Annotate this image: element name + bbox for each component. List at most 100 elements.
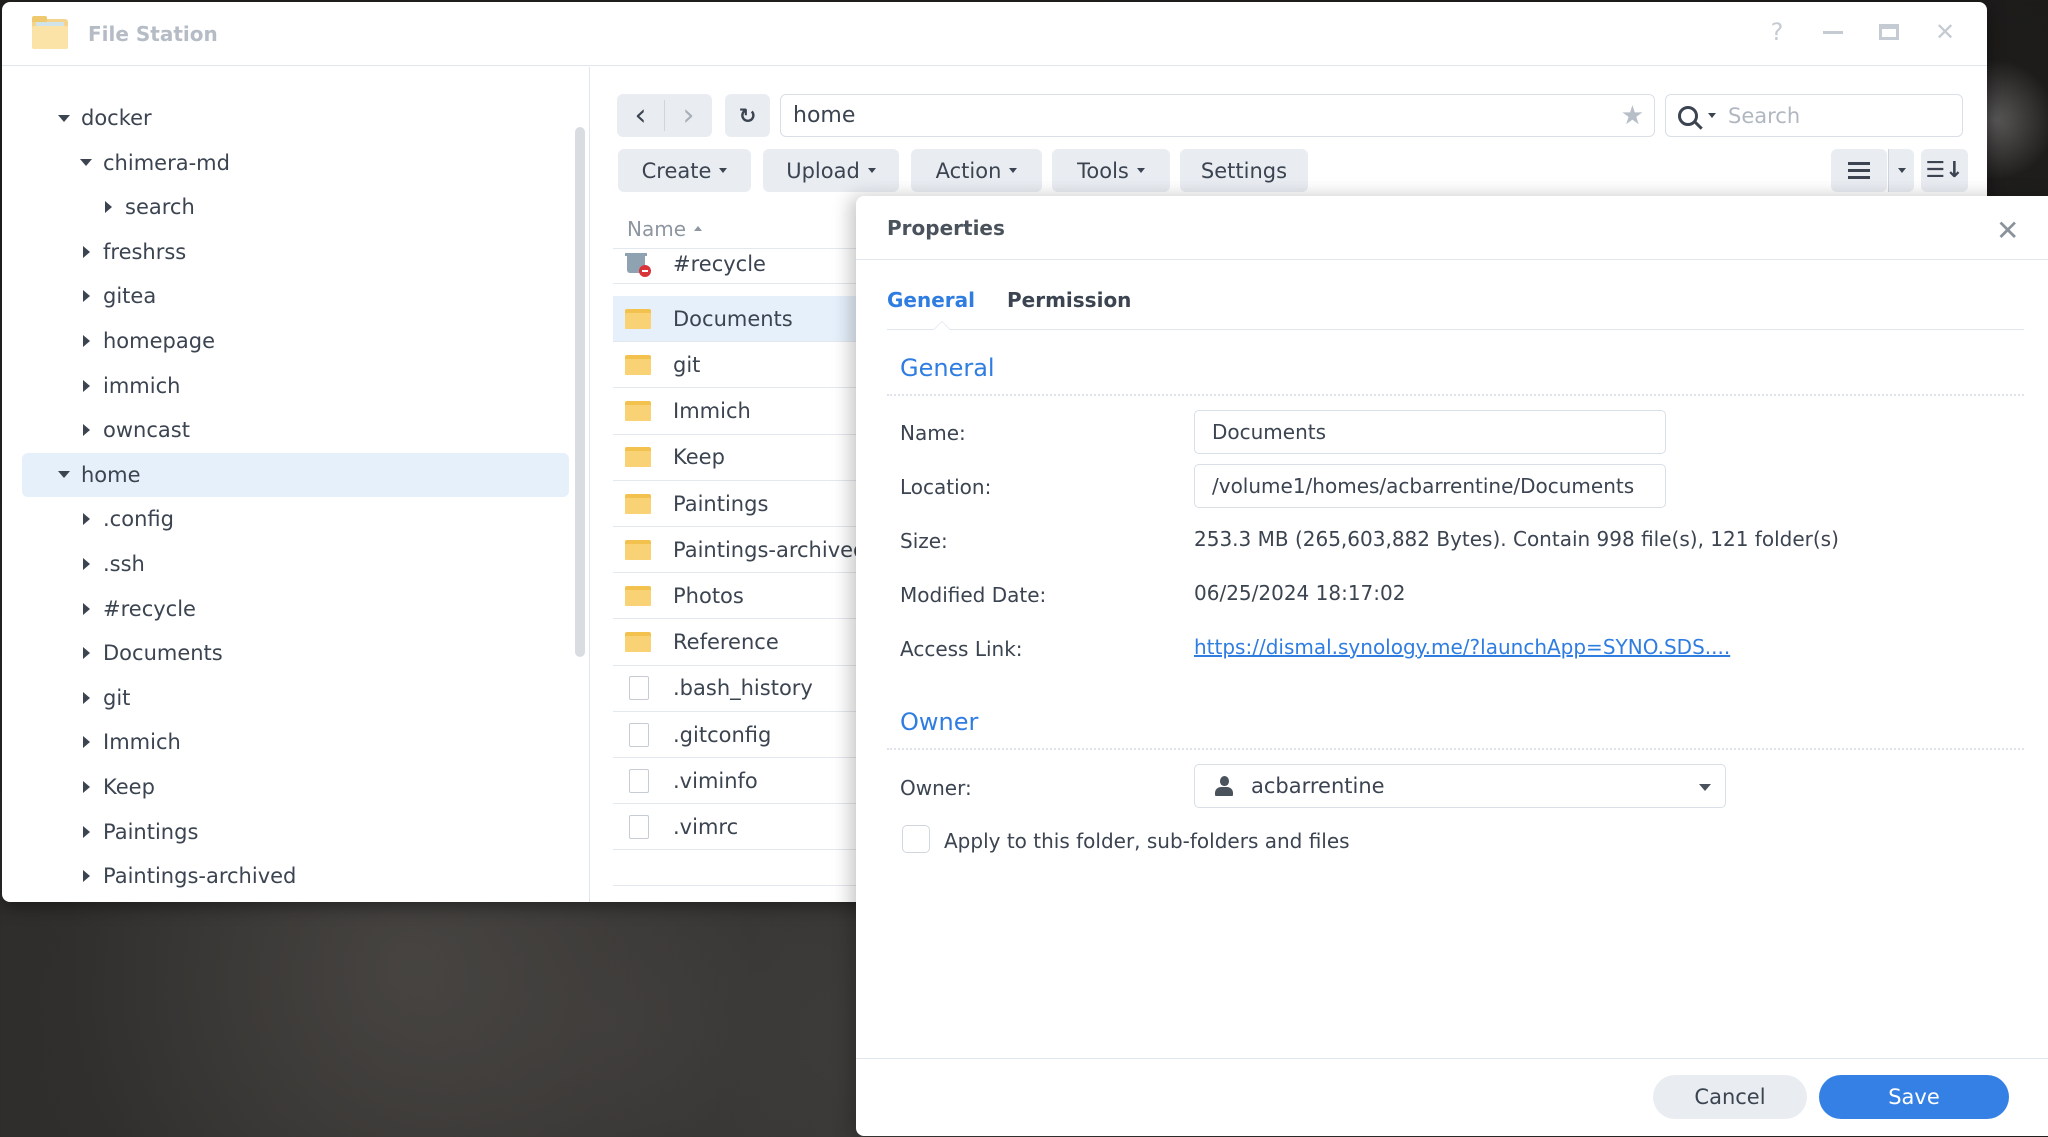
upload-button[interactable]: Upload	[763, 149, 899, 192]
owner-select[interactable]: acbarrentine	[1194, 764, 1726, 808]
tree-item-chimera-md[interactable]: chimera-md	[22, 141, 569, 185]
tab-general[interactable]: General	[887, 288, 975, 312]
view-mode-button[interactable]	[1831, 149, 1887, 192]
expand-right-icon[interactable]	[79, 780, 93, 794]
title-bar: File Station ? ✕	[2, 2, 1987, 66]
expand-right-icon[interactable]	[79, 379, 93, 393]
tree-item-git[interactable]: git	[22, 676, 569, 720]
minimize-icon[interactable]	[1821, 18, 1845, 46]
expand-down-icon[interactable]	[57, 468, 71, 482]
search-input[interactable]: Search	[1665, 94, 1963, 137]
tree-item-recycle[interactable]: #recycle	[22, 587, 569, 631]
tree-item-label: Paintings	[103, 819, 199, 844]
tree-item-immich[interactable]: Immich	[22, 720, 569, 764]
tree-scrollbar[interactable]	[575, 127, 585, 657]
tools-button[interactable]: Tools	[1052, 149, 1170, 192]
cancel-button[interactable]: Cancel	[1653, 1075, 1807, 1119]
expand-right-icon[interactable]	[79, 334, 93, 348]
apply-recursive-checkbox[interactable]	[902, 825, 930, 853]
expand-down-icon[interactable]	[57, 111, 71, 125]
tree-item-ssh[interactable]: .ssh	[22, 542, 569, 586]
star-icon[interactable]: ★	[1621, 101, 1644, 131]
dialog-title: Properties	[887, 215, 1005, 240]
tree-item-gitea[interactable]: gitea	[22, 274, 569, 318]
expand-down-icon[interactable]	[79, 156, 93, 170]
expand-right-icon[interactable]	[79, 646, 93, 660]
section-divider	[887, 748, 2024, 750]
caret-down-icon	[719, 168, 728, 173]
owner-label: Owner:	[900, 776, 972, 800]
tree-item-paintings-archived[interactable]: Paintings-archived	[22, 854, 569, 898]
expand-right-icon[interactable]	[79, 423, 93, 437]
file-name: Immich	[673, 399, 751, 424]
apply-recursive-label: Apply to this folder, sub-folders and fi…	[944, 829, 1350, 853]
tree-item-label: gitea	[103, 284, 157, 309]
tree-item-label: immich	[103, 373, 181, 398]
path-input[interactable]: home ★	[780, 94, 1655, 137]
file-icon	[629, 768, 649, 793]
tree-item-immich[interactable]: immich	[22, 364, 569, 408]
back-button[interactable]: ‹	[617, 94, 664, 137]
close-icon[interactable]: ✕	[1996, 214, 2019, 247]
expand-right-icon[interactable]	[79, 557, 93, 571]
tree-item-label: #recycle	[103, 596, 196, 621]
sort-button[interactable]: ☰↓	[1921, 149, 1968, 192]
settings-label: Settings	[1200, 158, 1288, 183]
chevron-left-icon: ‹	[634, 98, 647, 133]
expand-right-icon[interactable]	[79, 602, 93, 616]
cancel-label: Cancel	[1694, 1085, 1766, 1109]
action-button[interactable]: Action	[911, 149, 1042, 192]
forward-button[interactable]: ›	[665, 94, 712, 137]
caret-down-icon	[1009, 168, 1018, 173]
save-button[interactable]: Save	[1819, 1075, 2009, 1119]
tree-item-owncast[interactable]: owncast	[22, 408, 569, 452]
help-icon[interactable]: ?	[1765, 18, 1789, 46]
tab-permission[interactable]: Permission	[1007, 288, 1131, 312]
expand-right-icon[interactable]	[79, 869, 93, 883]
search-placeholder: Search	[1728, 103, 1801, 128]
general-section-title: General	[900, 354, 995, 382]
expand-right-icon[interactable]	[101, 200, 115, 214]
expand-right-icon[interactable]	[79, 512, 93, 526]
chevron-right-icon: ›	[682, 98, 695, 133]
tree-item-search[interactable]: search	[22, 185, 569, 229]
file-name: Paintings	[673, 491, 769, 516]
action-label: Action	[935, 158, 1002, 183]
tree-item-freshrss[interactable]: freshrss	[22, 230, 569, 274]
tree-item-keep[interactable]: Keep	[22, 765, 569, 809]
refresh-button[interactable]: ↻	[725, 94, 770, 137]
active-tab-pointer	[933, 321, 951, 330]
file-name: .viminfo	[673, 768, 758, 793]
view-mode-dropdown[interactable]	[1888, 149, 1914, 192]
tree-item-docker[interactable]: docker	[22, 96, 569, 140]
name-input[interactable]: Documents	[1194, 410, 1666, 454]
tree-item-label: Documents	[103, 641, 223, 666]
settings-button[interactable]: Settings	[1180, 149, 1308, 192]
access-link[interactable]: https://dismal.synology.me/?launchApp=SY…	[1194, 635, 1730, 659]
folder-icon	[625, 308, 651, 329]
location-input[interactable]: /volume1/homes/acbarrentine/Documents	[1194, 464, 1666, 508]
file-icon	[629, 676, 649, 701]
expand-right-icon[interactable]	[79, 691, 93, 705]
expand-right-icon[interactable]	[79, 825, 93, 839]
file-name: Paintings-archived	[673, 537, 867, 562]
tree-item-homepage[interactable]: homepage	[22, 319, 569, 363]
create-button[interactable]: Create	[618, 149, 751, 192]
expand-right-icon[interactable]	[79, 245, 93, 259]
expand-right-icon[interactable]	[79, 289, 93, 303]
tree-item-home[interactable]: home	[22, 452, 569, 497]
expand-right-icon[interactable]	[79, 735, 93, 749]
tree-item-paintings[interactable]: Paintings	[22, 810, 569, 854]
search-options-caret-icon[interactable]	[1708, 113, 1716, 118]
tree-item-config[interactable]: .config	[22, 497, 569, 541]
tree-item-label: docker	[81, 106, 152, 130]
search-icon[interactable]	[1678, 105, 1698, 126]
tree-item-label: git	[103, 685, 131, 710]
create-label: Create	[641, 158, 712, 183]
caret-down-icon	[1136, 168, 1145, 173]
tree-item-label: Keep	[103, 775, 155, 799]
maximize-icon[interactable]	[1877, 18, 1901, 46]
close-icon[interactable]: ✕	[1933, 18, 1957, 46]
tree-item-documents[interactable]: Documents	[22, 631, 569, 675]
size-label: Size:	[900, 529, 948, 553]
